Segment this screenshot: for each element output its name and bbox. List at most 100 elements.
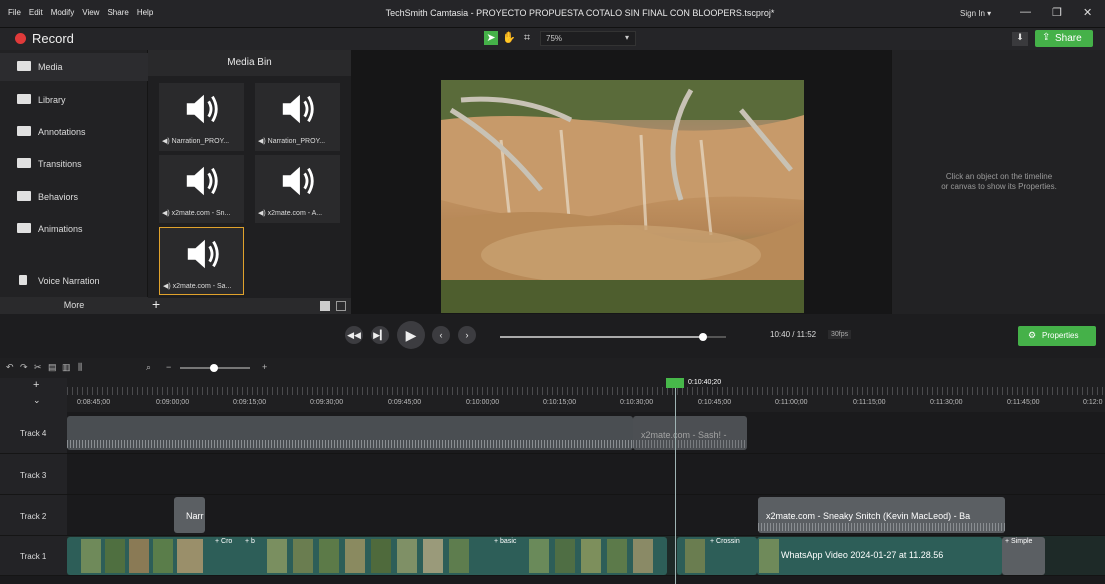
media-item[interactable]: ◀) x2mate.com - A... (255, 155, 340, 223)
split-icon[interactable]: ⫼ (78, 362, 82, 373)
previous-marker-icon[interactable]: ‹ (432, 326, 450, 344)
audio-clip[interactable] (67, 416, 633, 450)
ruler-tick-label: 0:11:45;00 (1007, 399, 1040, 406)
record-icon[interactable] (15, 33, 26, 44)
download-icon[interactable]: ⬇ (1012, 32, 1028, 46)
minimize-icon[interactable]: — (1020, 6, 1031, 18)
clip-thumbnail (153, 539, 173, 573)
track-header[interactable]: Track 3 (0, 454, 67, 495)
playhead-line[interactable] (675, 378, 676, 584)
clip-thumbnail (529, 539, 549, 573)
music-clip[interactable]: x2mate.com - Sneaky Snitch (Kevin MacLeo… (758, 497, 1005, 533)
media-item[interactable]: ◀) x2mate.com - Sn... (159, 155, 244, 223)
track-4-row[interactable]: x2mate.com - Sash! - (67, 412, 1105, 454)
ruler-tick-label: 0:09:45;00 (388, 399, 422, 406)
track-1-row[interactable]: + Cro + b + basic + Crossin WhatsApp Vid… (67, 536, 1105, 576)
track-label: Track 4 (20, 429, 47, 438)
menu-edit[interactable]: Edit (29, 8, 43, 17)
ruler-tick-label: 0:09:30;00 (310, 399, 344, 406)
menu-file[interactable]: File (8, 8, 21, 17)
sidebar-item-label: Media (38, 62, 63, 72)
ruler-tick-label: 0:09:15;00 (233, 399, 267, 406)
clip-thumbnail (685, 539, 705, 573)
zoom-slider-knob[interactable] (210, 364, 218, 372)
playhead-handle[interactable] (666, 378, 684, 388)
narration-clip[interactable]: Narr (174, 497, 205, 533)
next-marker-icon[interactable]: › (458, 326, 476, 344)
close-icon[interactable]: ✕ (1083, 6, 1092, 19)
clip-thumbnail (319, 539, 339, 573)
video-clip-group[interactable]: + Cro + b + basic (67, 537, 667, 575)
copy-icon[interactable]: ▤ (48, 362, 57, 373)
whatsapp-video-clip[interactable]: WhatsApp Video 2024-01-27 at 11.28.56 (757, 537, 1002, 575)
paste-icon[interactable]: ▥ (62, 362, 71, 373)
audio-clip[interactable]: + Simple (1002, 537, 1045, 575)
grid-view-icon[interactable] (320, 301, 330, 311)
media-item-selected[interactable]: ◀) x2mate.com - Sa... (159, 227, 244, 295)
add-media-icon[interactable]: + (152, 296, 160, 312)
menu-modify[interactable]: Modify (51, 8, 75, 17)
playhead-time: 0:10:40;20 (688, 379, 722, 386)
pointer-tool-icon[interactable]: ➤ (484, 31, 498, 45)
menu-help[interactable]: Help (137, 8, 153, 17)
undo-icon[interactable]: ↶ (6, 362, 14, 373)
ruler-tick-label: 0:10:30;00 (620, 399, 654, 406)
add-track-icon[interactable]: + (33, 379, 39, 391)
menu-share[interactable]: Share (107, 8, 128, 17)
sidebar-item-behaviors[interactable]: Behaviors (0, 183, 148, 211)
more-button[interactable]: More (0, 297, 148, 314)
media-item[interactable]: ◀) Narration_PROY... (255, 83, 340, 151)
ruler-tick-label: 0:11:00;00 (775, 399, 808, 406)
sidebar-item-media[interactable]: Media (0, 53, 148, 81)
step-forward-icon[interactable]: ▶▎ (371, 326, 389, 344)
properties-hint: Click an object on the timeline or canva… (892, 172, 1105, 192)
track-header[interactable]: Track 1 (0, 536, 67, 576)
ruler-tick-label: 0:10:15;00 (543, 399, 577, 406)
menu-view[interactable]: View (82, 8, 99, 17)
track-2-row[interactable]: Narr x2mate.com - Sneaky Snitch (Kevin M… (67, 495, 1105, 536)
media-bin-footer: + (148, 296, 351, 314)
ruler-tick-label: 0:08:45;00 (77, 399, 111, 406)
track-label: Track 3 (20, 471, 47, 480)
redo-icon[interactable]: ↷ (20, 362, 28, 373)
zoom-select[interactable]: 75% ▾ (540, 31, 636, 46)
track-3-row[interactable] (67, 454, 1105, 495)
fps-badge: 30fps (828, 330, 852, 339)
properties-button[interactable]: ⚙ Properties (1018, 326, 1096, 346)
sidebar-item-transitions[interactable]: Transitions (0, 150, 148, 178)
zoom-in-icon[interactable]: + (262, 362, 267, 372)
playback-scrubber[interactable] (500, 333, 726, 341)
ruler-tick-label: 0:09:00;00 (156, 399, 190, 406)
speaker-icon (282, 94, 314, 124)
video-clip[interactable]: + Crossin (677, 537, 757, 575)
track-header[interactable]: Track 2 (0, 495, 67, 536)
record-button[interactable]: Record (32, 31, 74, 46)
sign-in-button[interactable]: Sign In ▾ (960, 9, 991, 18)
chevron-down-icon[interactable]: ⌄ (33, 395, 41, 406)
clip-thumbnail (759, 539, 779, 573)
media-item[interactable]: ◀) Narration_PROY... (159, 83, 244, 151)
track-header[interactable]: Track 4 (0, 412, 67, 454)
list-view-icon[interactable] (336, 301, 346, 311)
ruler-tick-label: 0:10:00;00 (466, 399, 500, 406)
share-button[interactable]: ⇪ Share (1035, 30, 1093, 47)
video-preview[interactable] (441, 80, 804, 313)
previous-frame-icon[interactable]: ◀◀ (345, 326, 363, 344)
library-icon (17, 94, 31, 104)
sidebar-item-library[interactable]: Library (0, 86, 148, 114)
restore-icon[interactable]: ❐ (1052, 6, 1062, 19)
sidebar-item-voice-narration[interactable]: Voice Narration (0, 267, 148, 295)
hand-tool-icon[interactable]: ✋ (502, 31, 516, 45)
sidebar-item-animations[interactable]: Animations (0, 215, 148, 243)
timeline-zoom-slider[interactable] (180, 364, 250, 372)
audio-clip-sash[interactable]: x2mate.com - Sash! - (633, 416, 747, 450)
track-header-controls: + ⌄ (0, 378, 67, 412)
crop-tool-icon[interactable]: ⌗ (520, 31, 534, 45)
zoom-out-icon[interactable]: − (166, 362, 171, 372)
cut-icon[interactable]: ✂ (34, 362, 42, 373)
transition-label: + b (245, 538, 255, 545)
sidebar-item-annotations[interactable]: Annotations (0, 118, 148, 146)
play-button[interactable]: ▶ (397, 321, 425, 349)
timeline-ruler[interactable]: 0:08:45;00 0:09:00;00 0:09:15;00 0:09:30… (67, 378, 1105, 412)
ruler-tick-label: 0:11:15;00 (853, 399, 886, 406)
